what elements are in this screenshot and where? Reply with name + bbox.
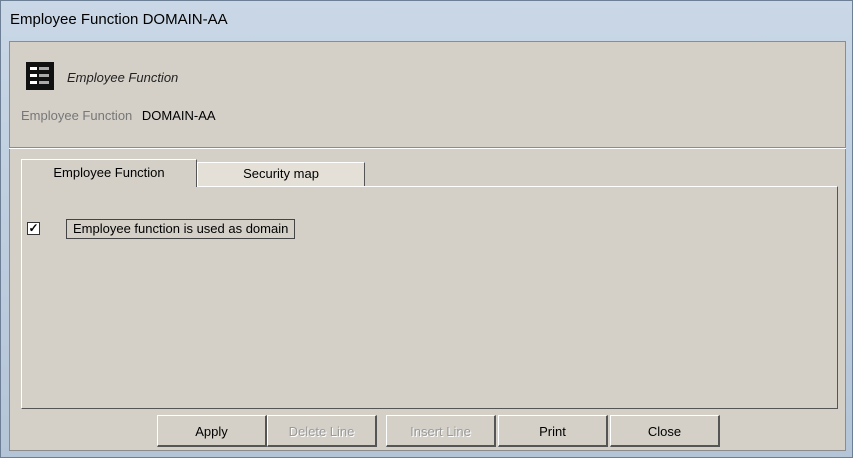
employee-function-window: Employee Function DOMAIN-AA Employee Fun… bbox=[0, 0, 853, 458]
apply-button[interactable]: Apply bbox=[157, 415, 267, 447]
domain-checkbox-label[interactable]: Employee function is used as domain bbox=[66, 219, 296, 239]
field-value: DOMAIN-AA bbox=[141, 108, 216, 123]
field-label: Employee Function bbox=[21, 108, 133, 123]
close-button[interactable]: Close bbox=[610, 415, 720, 447]
header-separator bbox=[9, 147, 846, 149]
delete-line-button[interactable]: Delete Line bbox=[267, 415, 377, 447]
tab-employee-function[interactable]: Employee Function bbox=[21, 159, 197, 187]
employee-function-field: Employee Function DOMAIN-AA bbox=[21, 108, 216, 123]
header-caption: Employee Function bbox=[67, 70, 179, 85]
window-title: Employee Function DOMAIN-AA bbox=[10, 11, 228, 28]
domain-checkbox[interactable]: ✓ bbox=[27, 222, 40, 235]
print-button[interactable]: Print bbox=[498, 415, 608, 447]
employee-function-icon bbox=[26, 62, 54, 90]
insert-line-button[interactable]: Insert Line bbox=[386, 415, 496, 447]
title-bar[interactable]: Employee Function DOMAIN-AA bbox=[1, 1, 852, 41]
tab-security-map[interactable]: Security map bbox=[197, 162, 365, 186]
